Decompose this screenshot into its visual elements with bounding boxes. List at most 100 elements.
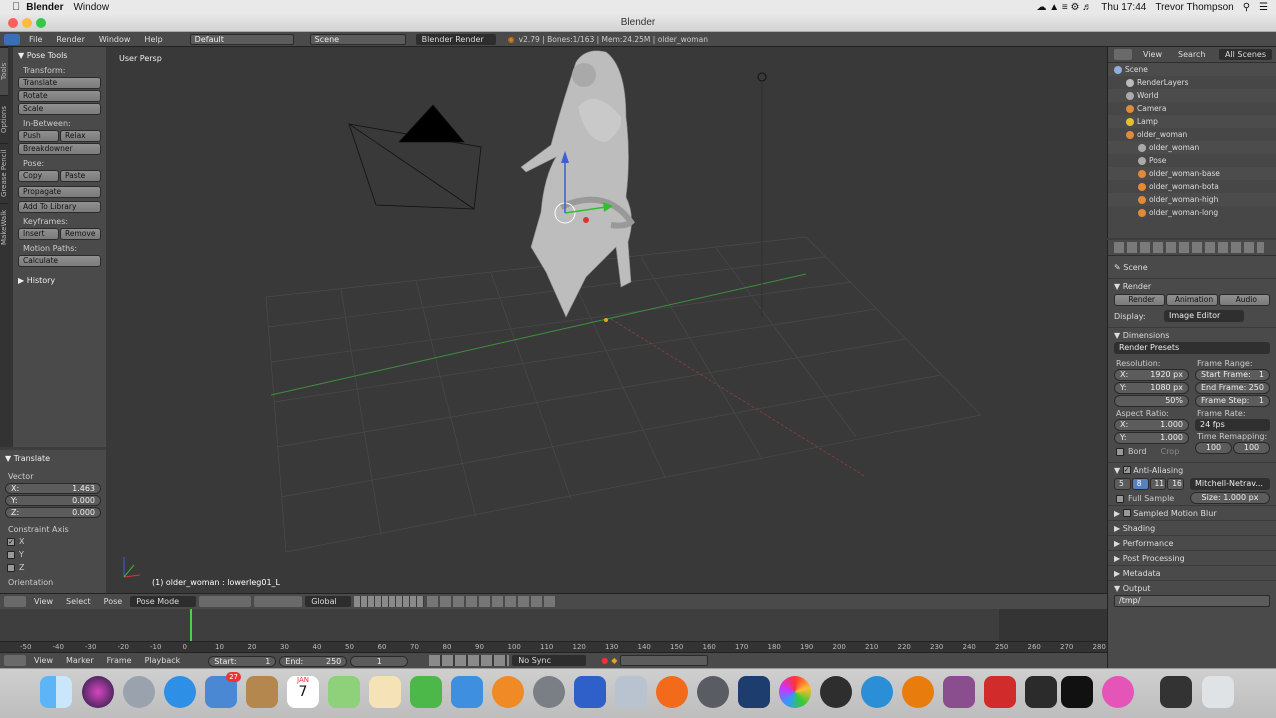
framerate-selector[interactable]: 24 fps: [1195, 419, 1270, 431]
propagate-button[interactable]: Propagate: [18, 186, 101, 198]
vp-menu-pose[interactable]: Pose: [99, 597, 128, 606]
insert-button[interactable]: Insert: [18, 228, 59, 240]
aspect-y-field[interactable]: Y: 1.000: [1114, 432, 1189, 444]
terminal-icon[interactable]: [1061, 676, 1093, 708]
close-button[interactable]: [8, 18, 18, 28]
render-engine-selector[interactable]: Blender Render: [415, 33, 496, 45]
istudio-icon[interactable]: [656, 676, 688, 708]
tl-menu-marker[interactable]: Marker: [61, 656, 99, 665]
full-sample-toggle[interactable]: Full Sample: [1116, 492, 1184, 505]
translate-button[interactable]: Translate: [18, 77, 101, 89]
aa-11-button[interactable]: 11: [1149, 478, 1167, 490]
tl-menu-view[interactable]: View: [29, 656, 58, 665]
app-menu[interactable]: Blender: [26, 2, 63, 13]
redo-header[interactable]: ▼ Translate: [5, 453, 101, 465]
trash-icon[interactable]: [1202, 676, 1234, 708]
scale-button[interactable]: Scale: [18, 103, 101, 115]
constraint-y[interactable]: Y: [7, 548, 101, 561]
app-diamond-icon[interactable]: [738, 676, 770, 708]
outliner-item[interactable]: older_woman: [1108, 141, 1276, 154]
res-y-field[interactable]: Y: 1080 px: [1114, 382, 1189, 394]
animation-button[interactable]: Animation: [1166, 294, 1218, 306]
start-frame-prop[interactable]: Start Frame: 1: [1195, 369, 1270, 381]
blender-icon[interactable]: [902, 676, 934, 708]
calculate-button[interactable]: Calculate: [18, 255, 101, 267]
checkbox-z[interactable]: [7, 563, 15, 572]
res-x-field[interactable]: X: 1920 px: [1114, 369, 1189, 381]
motion-blur-section[interactable]: ▶ Sampled Motion Blur: [1108, 505, 1276, 520]
clock[interactable]: Thu 17:44: [1101, 2, 1146, 13]
aa-checkbox[interactable]: ✓: [1122, 466, 1131, 474]
render-section[interactable]: ▼ Render: [1108, 278, 1276, 293]
calendar-icon[interactable]: JAN 7: [287, 676, 319, 708]
history-panel-header[interactable]: ▶ History: [18, 275, 101, 287]
antialiasing-section[interactable]: ▼ ✓ Anti-Aliasing: [1108, 462, 1276, 477]
contacts-icon[interactable]: [246, 676, 278, 708]
outliner-display-selector[interactable]: All Scenes: [1218, 49, 1272, 60]
outliner-item[interactable]: World: [1108, 89, 1276, 102]
vector-z-field[interactable]: Z: 0.000: [5, 507, 101, 518]
render-presets-menu[interactable]: Render Presets: [1114, 342, 1270, 354]
system-preferences-icon[interactable]: [533, 676, 565, 708]
outliner-item[interactable]: Lamp: [1108, 115, 1276, 128]
panel-header[interactable]: ▼ Pose Tools: [18, 50, 101, 62]
full-sample-checkbox[interactable]: [1116, 494, 1124, 503]
breakdowner-button[interactable]: Breakdowner: [18, 143, 101, 155]
app-blue-icon[interactable]: [861, 676, 893, 708]
google-earth-icon[interactable]: [697, 676, 729, 708]
timeline-area[interactable]: -50 -40 -30 -20 -10 0 10 20 30 40 50 60 70 80 90 100 110…: [0, 609, 1107, 652]
remap-new-field[interactable]: 100: [1233, 442, 1270, 454]
border-checkbox[interactable]: [1116, 447, 1124, 456]
search-icon[interactable]: ⚲: [1243, 2, 1250, 13]
layout-selector[interactable]: Default: [189, 33, 294, 45]
outliner-editor-icon[interactable]: [1114, 49, 1132, 60]
tl-menu-frame[interactable]: Frame: [102, 656, 137, 665]
user-name[interactable]: Trevor Thompson: [1155, 2, 1233, 13]
dimensions-section[interactable]: ▼ Dimensions: [1108, 327, 1276, 342]
outliner-item[interactable]: Camera: [1108, 102, 1276, 115]
menu-render[interactable]: Render: [51, 35, 89, 44]
paste-button[interactable]: Paste: [60, 170, 101, 182]
push-button[interactable]: Push: [18, 130, 59, 142]
aa-filter-selector[interactable]: Mitchell-Netrav...: [1190, 477, 1270, 490]
preview-icon[interactable]: [369, 676, 401, 708]
numbers-icon[interactable]: [410, 676, 442, 708]
constraint-x[interactable]: ✓ X: [7, 535, 101, 548]
safari-icon[interactable]: [164, 676, 196, 708]
maps-icon[interactable]: [328, 676, 360, 708]
outliner-menu-search[interactable]: Search: [1173, 50, 1210, 59]
post-processing-section[interactable]: ▶ Post Processing: [1108, 550, 1276, 565]
keynote-icon[interactable]: [451, 676, 483, 708]
outliner-item[interactable]: older_woman-long: [1108, 206, 1276, 219]
shading-section[interactable]: ▶ Shading: [1108, 520, 1276, 535]
copy-button[interactable]: Copy: [18, 170, 59, 182]
outliner-item[interactable]: Scene: [1108, 63, 1276, 76]
screens-icon[interactable]: [574, 676, 606, 708]
context-tab-icons[interactable]: [1114, 242, 1264, 253]
output-path-field[interactable]: /tmp/: [1114, 595, 1270, 607]
editor-type-icon[interactable]: [4, 596, 26, 607]
tool-icons[interactable]: [427, 596, 558, 607]
relax-button[interactable]: Relax: [60, 130, 101, 142]
display-selector[interactable]: Image Editor: [1164, 310, 1244, 322]
metadata-section[interactable]: ▶ Metadata: [1108, 565, 1276, 580]
keying-set-icon[interactable]: ◆: [611, 656, 617, 665]
end-frame-prop[interactable]: End Frame: 250: [1195, 382, 1270, 394]
tab-makewalk[interactable]: MakeWalk: [0, 203, 8, 251]
outliner-menu-view[interactable]: View: [1138, 50, 1167, 59]
keying-set-field[interactable]: [620, 655, 709, 666]
mb-checkbox[interactable]: [1122, 509, 1131, 517]
filter-size-field[interactable]: Size: 1.000 px: [1190, 492, 1270, 504]
constraint-z[interactable]: Z: [7, 561, 101, 574]
outliner-item[interactable]: Pose: [1108, 154, 1276, 167]
vector-x-field[interactable]: X: 1.463: [5, 483, 101, 494]
tab-grease-pencil[interactable]: Grease Pencil: [0, 143, 8, 203]
tab-options[interactable]: Options: [0, 95, 8, 143]
itunes-icon[interactable]: [1102, 676, 1134, 708]
layer-buttons[interactable]: [354, 596, 425, 607]
performance-section[interactable]: ▶ Performance: [1108, 535, 1276, 550]
remap-old-field[interactable]: 100: [1195, 442, 1232, 454]
app-cube-icon[interactable]: [943, 676, 975, 708]
camera-object[interactable]: [348, 104, 482, 210]
manipulator-icons[interactable]: [254, 596, 303, 607]
